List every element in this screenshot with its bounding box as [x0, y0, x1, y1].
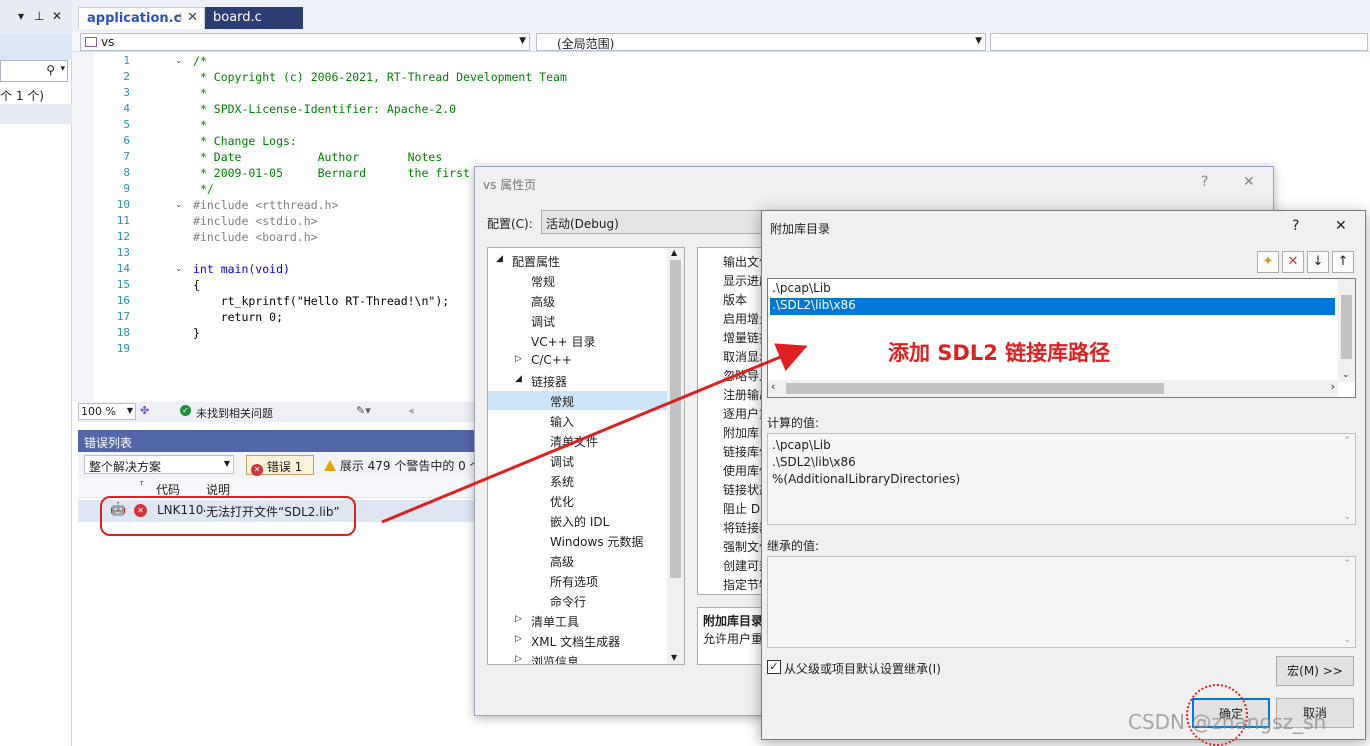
- watermark: CSDN @zhangsz_sh: [1128, 710, 1327, 734]
- annotation-arrow: [381, 343, 808, 524]
- arrow-line: [381, 343, 808, 524]
